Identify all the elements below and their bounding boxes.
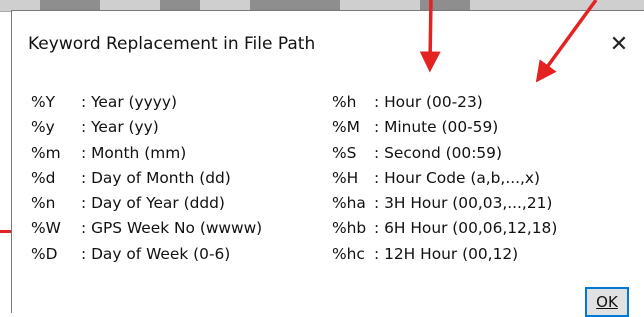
annotation-arrow-minute (535, 0, 598, 83)
annotation-arrows (419, 0, 598, 83)
annotation-arrow-hour (419, 0, 441, 73)
